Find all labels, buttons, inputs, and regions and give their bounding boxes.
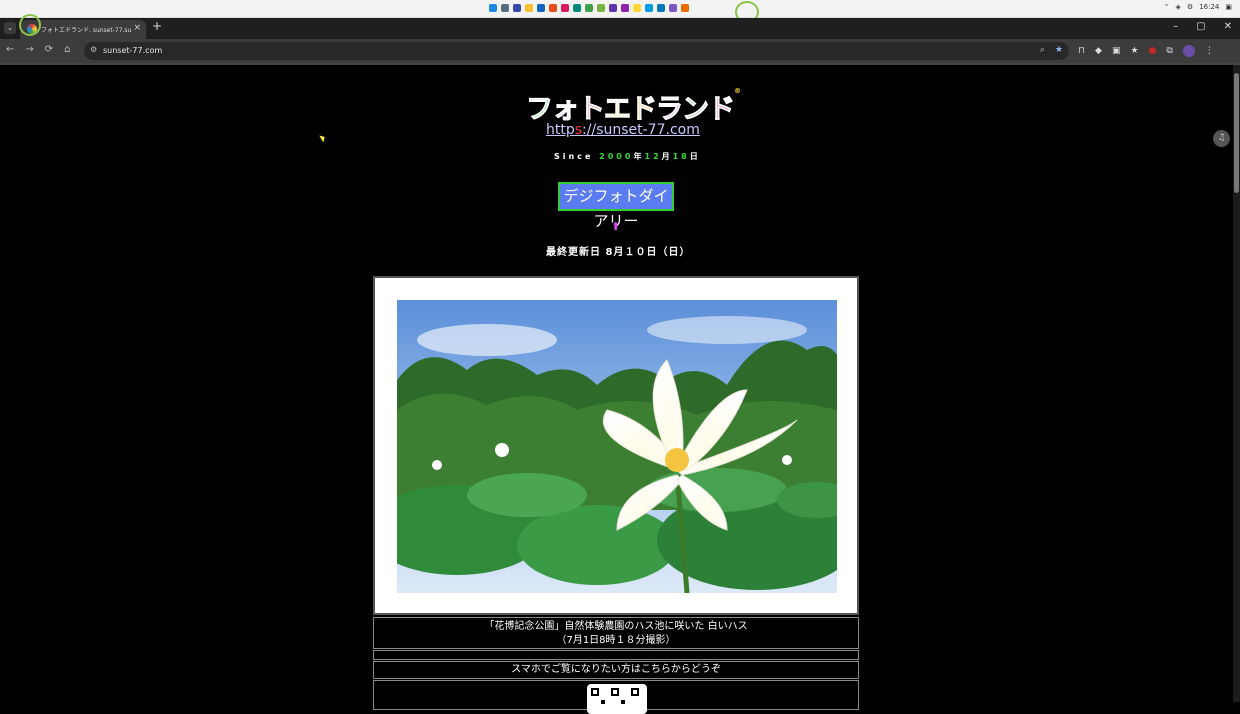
menu-icon[interactable]: ⋮ <box>1205 46 1214 56</box>
app-icon[interactable] <box>597 4 605 12</box>
photo-caption: 「花博記念公園」自然体験農園のハス池に咲いた 白いハス （7月1日8時１８分撮影… <box>373 617 859 649</box>
clock-text[interactable]: 16:24 <box>1199 3 1219 11</box>
lotus-illustration <box>397 300 837 593</box>
headphones-icon[interactable]: ♫ <box>1213 130 1230 147</box>
digi-photo-diary-button[interactable]: デジフォトダイアリー <box>558 182 674 230</box>
network-icon[interactable]: ◈ <box>1176 3 1181 11</box>
app-icon[interactable] <box>681 4 689 12</box>
logo-char: ォ <box>552 94 580 126</box>
reload-button[interactable]: ⟳ <box>45 44 53 55</box>
bookmark-icon[interactable]: ⊓ <box>1078 46 1085 56</box>
smartphone-notice: スマホでご覧になりたい方はこちらからどうぞ <box>373 661 859 679</box>
taskbar-app-icons[interactable] <box>489 4 689 15</box>
tab-title: フォトエドランド, sunset-77,sunset-77.com <box>41 27 131 34</box>
since-month: 12 <box>644 152 662 161</box>
profile-avatar[interactable] <box>1182 45 1195 57</box>
window-controls: – ▢ ✕ <box>1173 21 1232 32</box>
chevron-up-icon[interactable]: ⌃ <box>1164 3 1170 11</box>
extension-icon[interactable]: ▣ <box>1112 46 1121 56</box>
app-icon[interactable] <box>549 4 557 12</box>
new-tab-button[interactable]: + <box>152 19 162 33</box>
registered-mark: ® <box>734 87 741 95</box>
app-icon[interactable] <box>633 4 641 12</box>
tab-close-icon[interactable]: × <box>133 23 141 33</box>
restore-button[interactable]: ▢ <box>1196 21 1205 32</box>
url-text[interactable]: sunset-77.com <box>103 46 162 55</box>
favicon-highlight-icon <box>19 14 41 36</box>
tab-strip: ⌄ フォトエドランド, sunset-77,sunset-77.com × + … <box>0 18 1240 39</box>
scrollbar-thumb[interactable] <box>1234 73 1239 193</box>
mouse-cursor-icon <box>319 133 327 143</box>
bookmark-star-icon[interactable]: ★ <box>1055 45 1063 55</box>
caption-line-1: 「花博記念公園」自然体験農園のハス池に咲いた 白いハス <box>484 621 748 632</box>
notification-icon[interactable]: ▣ <box>1225 3 1232 11</box>
since-date: Since 2000年12月18日 <box>554 151 701 162</box>
close-window-button[interactable]: ✕ <box>1224 21 1232 32</box>
browser-toolbar: ← → ⟳ ⌂ ⚙ sunset-77.com ⌕ ★ ⊓ ◆ ▣ ★ ● ⧉ … <box>0 39 1240 63</box>
forward-button[interactable]: → <box>25 44 33 55</box>
app-icon[interactable] <box>573 4 581 12</box>
app-icon[interactable] <box>621 4 629 12</box>
logo-char: ド <box>708 94 736 126</box>
since-label: Since <box>554 152 594 161</box>
since-day: 18 <box>672 152 690 161</box>
logo-char: ン <box>682 94 710 126</box>
back-button[interactable]: ← <box>6 44 14 55</box>
logo-char: ト <box>578 94 606 126</box>
site-logo[interactable]: フ ォ ト エ ド ラ ン ド ® <box>526 87 742 126</box>
app-icon[interactable] <box>669 4 677 12</box>
web-page: フ ォ ト エ ド ラ ン ド ® https://sunset-77.com … <box>0 65 1233 714</box>
site-info-icon[interactable]: ⚙ <box>90 45 97 54</box>
system-tray[interactable]: ⌃ ◈ ⚙ 16:24 ▣ <box>1164 3 1232 11</box>
since-day-unit: 日 <box>689 152 701 161</box>
extension-icons: ⊓ ◆ ▣ ★ ● ⧉ ⋮ <box>1078 45 1214 57</box>
taskview-icon[interactable] <box>513 4 521 12</box>
since-year-unit: 年 <box>633 152 645 161</box>
url-rest: ://sunset-77.com <box>582 122 700 138</box>
logo-char: エ <box>604 94 632 126</box>
minimize-button[interactable]: – <box>1173 21 1178 32</box>
home-button[interactable]: ⌂ <box>64 44 70 55</box>
up-arrow-icon[interactable]: ⬆ <box>611 220 620 233</box>
search-icon[interactable] <box>501 4 509 12</box>
app-icon[interactable] <box>645 4 653 12</box>
nav-buttons: ← → ⟳ ⌂ <box>6 44 71 55</box>
chrome-icon[interactable] <box>585 4 593 12</box>
gear-icon[interactable]: ⚙ <box>1187 3 1193 11</box>
edge-icon[interactable] <box>537 4 545 12</box>
os-taskbar: ⌃ ◈ ⚙ 16:24 ▣ <box>0 0 1240 23</box>
white-lotus-photo[interactable] <box>397 300 837 593</box>
featured-photo-frame <box>373 276 859 615</box>
app-icon[interactable] <box>561 4 569 12</box>
url-prefix: http <box>546 122 575 138</box>
since-year: 2000 <box>599 152 634 161</box>
url-s-highlight: s <box>574 122 583 138</box>
app-icon[interactable] <box>657 4 665 12</box>
folder-icon[interactable] <box>525 4 533 12</box>
site-url-link[interactable]: https://sunset-77.com <box>546 122 700 138</box>
since-month-unit: 月 <box>661 152 673 161</box>
star-icon[interactable]: ★ <box>1130 46 1138 56</box>
page-scrollbar[interactable] <box>1233 65 1240 702</box>
windows-icon[interactable] <box>489 4 497 12</box>
last-updated-text: 最終更新日 8月１０日（日） <box>546 247 691 258</box>
app-icon[interactable] <box>609 4 617 12</box>
logo-char: ド <box>630 94 658 126</box>
qr-code-icon[interactable] <box>587 684 647 714</box>
extension-icon[interactable]: ● <box>1149 46 1157 56</box>
caption-line-2: （7月1日8時１８分撮影） <box>556 635 676 646</box>
puzzle-icon[interactable]: ⧉ <box>1166 46 1172 56</box>
address-bar[interactable]: ⚙ sunset-77.com ⌕ ★ <box>84 42 1069 60</box>
logo-char: ラ <box>656 94 684 126</box>
qr-row <box>373 680 859 714</box>
omnibox-actions: ⌕ ★ <box>1040 45 1063 55</box>
tab-search-button[interactable]: ⌄ <box>4 22 16 34</box>
extension-icon[interactable]: ◆ <box>1095 46 1102 56</box>
logo-char: フ <box>526 94 554 126</box>
zoom-icon[interactable]: ⌕ <box>1040 45 1045 55</box>
spacer-row <box>373 650 859 660</box>
